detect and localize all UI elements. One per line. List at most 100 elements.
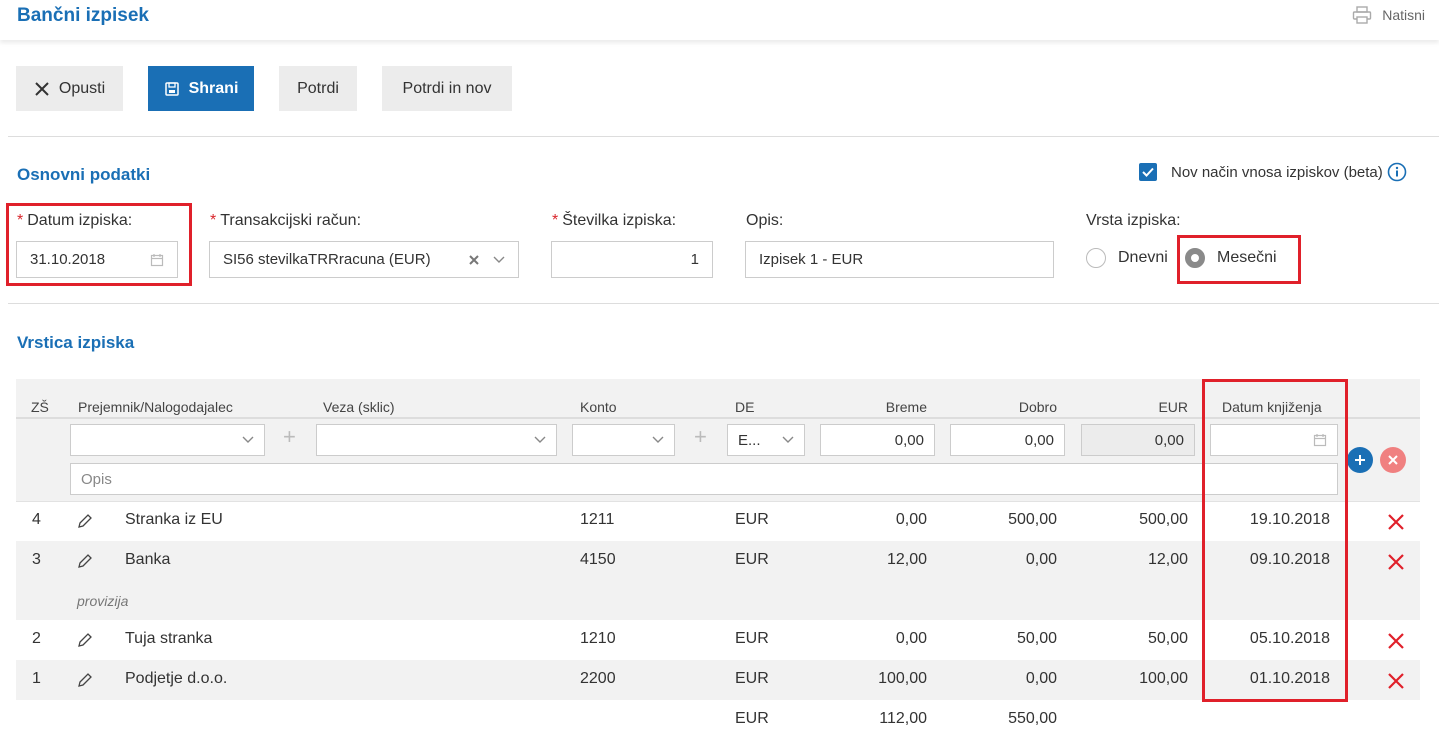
type-label: Vrsta izpiska:: [1086, 212, 1181, 229]
divider: [8, 136, 1439, 137]
row-konto: 2200: [580, 670, 616, 687]
col-partner: Prejemnik/Nalogodajalec: [78, 399, 233, 415]
col-de: DE: [735, 399, 755, 415]
save-button-label: Shrani: [188, 79, 239, 97]
row-partner: Tuja stranka: [125, 630, 213, 647]
close-icon: [1388, 455, 1398, 465]
pencil-icon[interactable]: [77, 632, 93, 648]
row-zs: 3: [32, 551, 41, 568]
desc-value: Izpisek 1 - EUR: [759, 251, 864, 268]
remove-line-button[interactable]: [1380, 447, 1406, 473]
cancel-button[interactable]: Opusti: [16, 66, 123, 111]
row-konto: 4150: [580, 551, 616, 568]
add-partner-icon[interactable]: +: [283, 424, 296, 450]
col-ref: Veza (sklic): [323, 399, 395, 415]
radio-daily[interactable]: Dnevni: [1086, 248, 1168, 268]
section-title-basic: Osnovni podatki: [17, 165, 151, 184]
confirm-button-label: Potrdi: [297, 79, 339, 97]
chevron-down-icon: [242, 436, 254, 443]
konto-select[interactable]: [572, 424, 675, 456]
row-konto: 1210: [580, 630, 616, 647]
highlight-posting-date: [1202, 379, 1348, 702]
row-eur: 12,00: [1147, 551, 1188, 568]
check-icon: [1142, 167, 1154, 177]
print-button[interactable]: Natisni: [1352, 6, 1425, 24]
desc-input[interactable]: Izpisek 1 - EUR: [745, 241, 1054, 278]
chevron-down-icon: [782, 436, 794, 443]
delete-icon[interactable]: [1387, 632, 1405, 650]
col-breme: Breme: [885, 399, 927, 415]
dobro-value: 0,00: [1024, 431, 1054, 449]
col-zs: ZŠ: [31, 399, 49, 415]
close-icon: [35, 81, 49, 96]
beta-toggle[interactable]: Nov način vnosa izpiskov (beta): [1139, 162, 1407, 182]
add-line-button[interactable]: [1347, 447, 1373, 473]
row-konto: 1211: [580, 511, 615, 528]
confirm-new-button[interactable]: Potrdi in nov: [382, 66, 512, 111]
row-partner: Banka: [125, 551, 171, 568]
delete-icon[interactable]: [1387, 513, 1405, 531]
row-eur: 500,00: [1139, 511, 1188, 528]
currency-value: E...: [738, 431, 761, 449]
highlight-type: [1177, 235, 1301, 284]
row-partner: Podjetje d.o.o.: [125, 670, 228, 687]
pencil-icon[interactable]: [77, 553, 93, 569]
dobro-input[interactable]: 0,00: [950, 424, 1065, 456]
account-select[interactable]: SI56 stevilkaTRRracuna (EUR): [209, 241, 519, 278]
row-partner: Stranka iz EU: [125, 511, 223, 528]
breme-input[interactable]: 0,00: [820, 424, 935, 456]
col-konto: Konto: [580, 399, 617, 415]
col-dobro: Dobro: [1018, 399, 1057, 415]
confirm-new-button-label: Potrdi in nov: [402, 79, 492, 97]
section-title-lines: Vrstica izpiska: [17, 333, 135, 352]
row-dobro: 0,00: [1025, 670, 1057, 687]
print-label: Natisni: [1382, 7, 1425, 23]
row-de: EUR: [735, 670, 769, 687]
row-de: EUR: [735, 630, 769, 647]
row-breme: 0,00: [895, 630, 927, 647]
account-label: * Transakcijski račun:: [210, 212, 362, 229]
divider: [8, 303, 1439, 304]
info-icon[interactable]: [1387, 162, 1407, 182]
confirm-button[interactable]: Potrdi: [279, 66, 357, 111]
ref-select[interactable]: [316, 424, 557, 456]
cancel-button-label: Opusti: [58, 79, 106, 97]
total-breme: 112,00: [879, 710, 927, 727]
save-icon: [164, 81, 179, 96]
row-zs: 1: [32, 670, 41, 687]
row-zs: 2: [32, 630, 41, 647]
plus-icon: [1355, 455, 1365, 465]
row-de: EUR: [735, 511, 769, 528]
total-dobro: 550,00: [1008, 710, 1057, 727]
row-dobro: 0,00: [1025, 551, 1057, 568]
printer-icon: [1353, 6, 1372, 24]
beta-checkbox[interactable]: [1139, 163, 1157, 181]
eur-value: 0,00: [1154, 431, 1184, 449]
beta-label: Nov način vnosa izpiskov (beta): [1171, 163, 1383, 181]
opis-input[interactable]: Opis: [70, 463, 1338, 495]
row-breme: 12,00: [886, 551, 927, 568]
number-input[interactable]: 1: [551, 241, 713, 278]
pencil-icon[interactable]: [77, 513, 93, 529]
radio-daily-label: Dnevni: [1118, 249, 1168, 266]
highlight-date: [6, 203, 192, 286]
desc-label: Opis:: [746, 212, 784, 229]
breme-value: 0,00: [894, 431, 924, 449]
col-eur: EUR: [1158, 399, 1188, 415]
delete-icon[interactable]: [1387, 553, 1405, 571]
total-de: EUR: [735, 710, 769, 727]
radio-daily-circle[interactable]: [1086, 248, 1106, 268]
partner-select[interactable]: [70, 424, 265, 456]
pencil-icon[interactable]: [77, 672, 93, 688]
save-button[interactable]: Shrani: [148, 66, 254, 111]
chevron-down-icon: [652, 436, 664, 443]
delete-icon[interactable]: [1387, 672, 1405, 690]
currency-select[interactable]: E...: [727, 424, 805, 456]
row-note: provizija: [77, 593, 129, 609]
clear-icon[interactable]: [469, 254, 479, 265]
row-eur: 100,00: [1139, 670, 1188, 687]
add-konto-icon[interactable]: +: [694, 424, 707, 450]
chevron-down-icon[interactable]: [493, 256, 505, 264]
row-dobro: 500,00: [1008, 511, 1057, 528]
page-title: Bančni izpisek: [17, 5, 149, 26]
